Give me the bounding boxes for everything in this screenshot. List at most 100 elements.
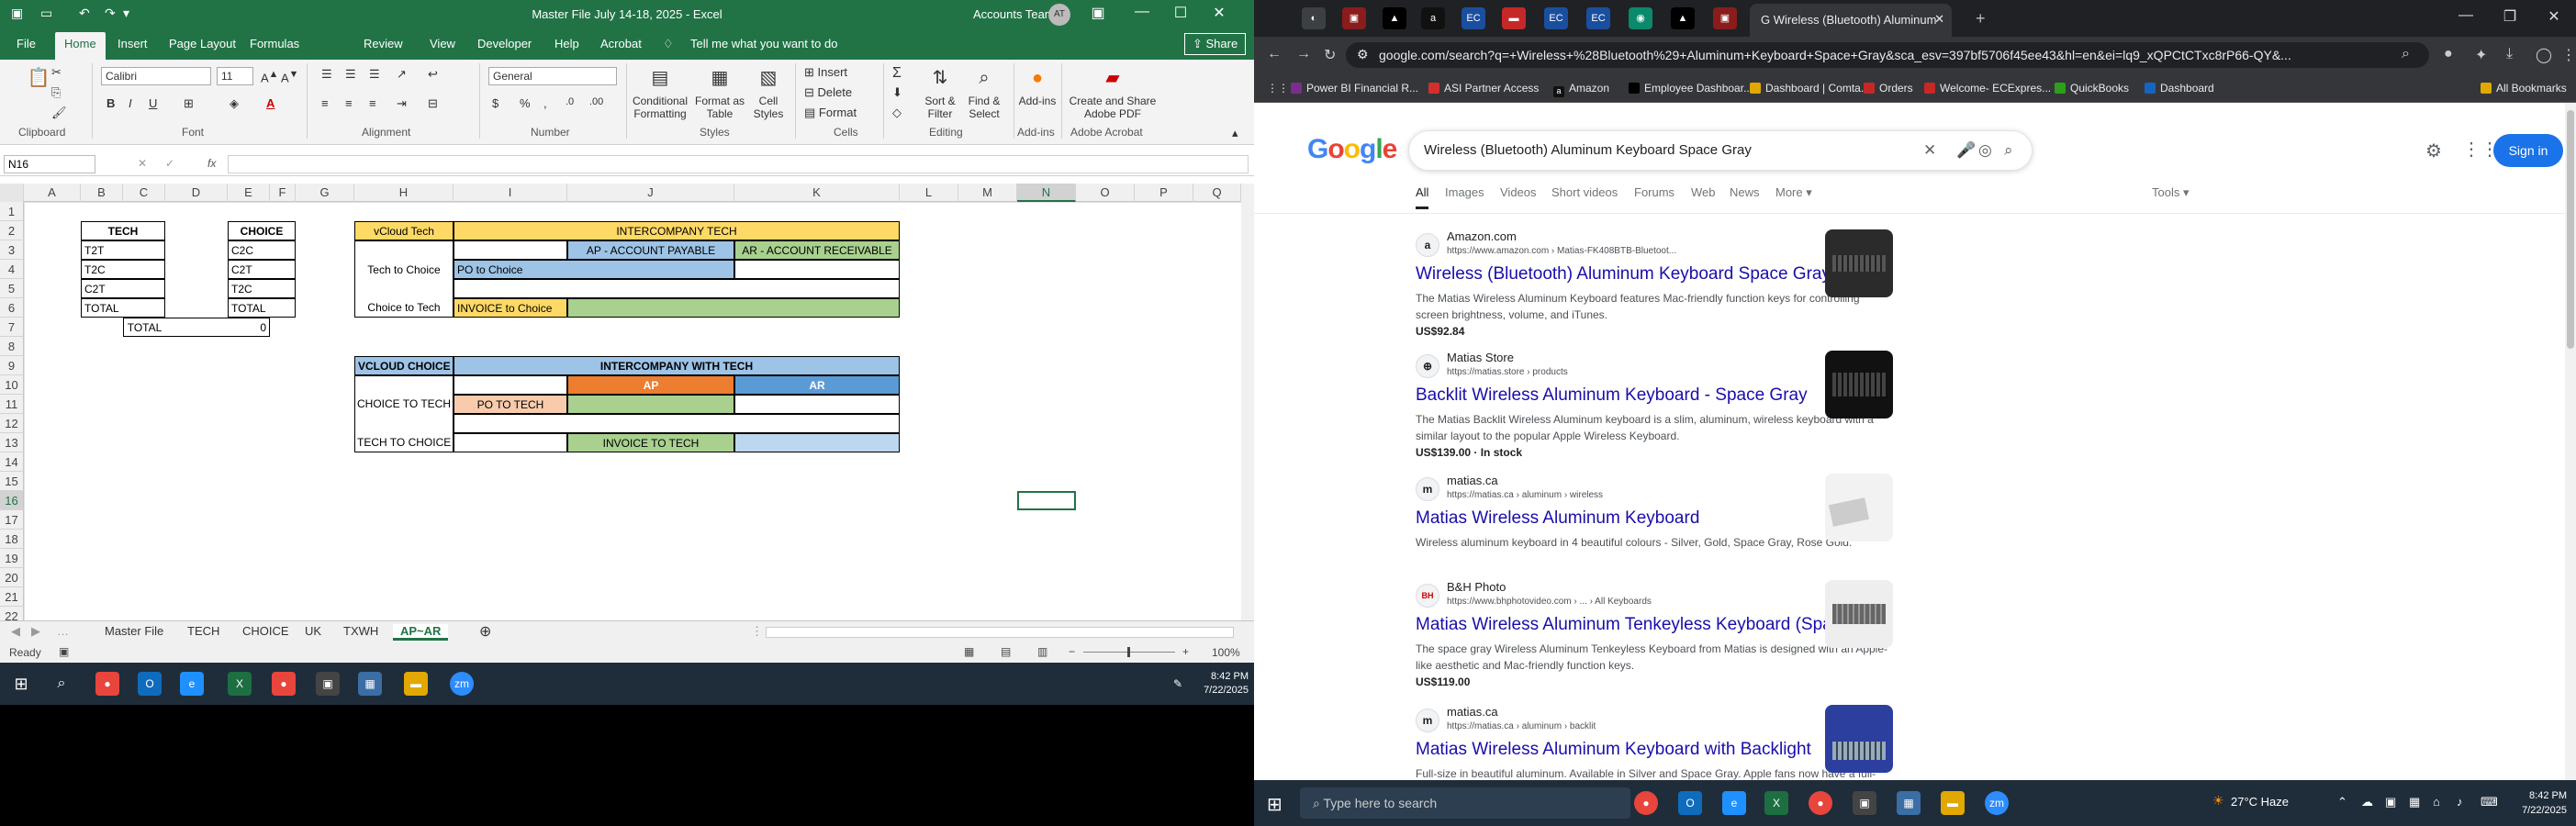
extensions-icon[interactable]: ✦ xyxy=(2475,46,2487,64)
row-header[interactable]: 15 xyxy=(0,472,24,491)
column-header[interactable]: J xyxy=(567,184,734,202)
cell-tech-to-choice-2[interactable]: TECH TO CHOICE xyxy=(354,433,454,452)
active-cell[interactable] xyxy=(1017,491,1076,510)
underline-icon[interactable]: U xyxy=(149,96,157,110)
reload-icon[interactable]: ↻ xyxy=(1324,46,1336,64)
result-thumbnail-keyboard[interactable] xyxy=(1825,351,1893,419)
decrease-font-icon[interactable]: A▼ xyxy=(281,69,298,84)
search-tab-web[interactable]: Web xyxy=(1691,185,1716,199)
row-header-active[interactable]: 16 xyxy=(0,491,24,510)
result-thumbnail-keyboard[interactable] xyxy=(1825,229,1893,297)
apps-grid-icon[interactable]: ⋮⋮ xyxy=(1267,82,1289,95)
result-site[interactable]: Matias Store xyxy=(1447,351,1514,364)
horizontal-scrollbar[interactable] xyxy=(766,627,1234,638)
forward-icon[interactable]: → xyxy=(1296,46,1311,62)
cell-po-to-choice[interactable]: PO to Choice xyxy=(454,260,734,279)
excel-icon[interactable]: X xyxy=(1764,791,1788,815)
cell-intercompany-tech[interactable]: INTERCOMPANY TECH xyxy=(454,221,900,240)
amazon-tab-icon[interactable]: a xyxy=(1421,7,1445,29)
maximize-icon[interactable]: ☐ xyxy=(1162,4,1199,22)
scrollbar-thumb[interactable] xyxy=(2567,110,2574,349)
cell-ap-account-payable[interactable]: AP - ACCOUNT PAYABLE xyxy=(567,240,734,260)
column-header[interactable]: G xyxy=(296,184,354,202)
result-site[interactable]: matias.ca xyxy=(1447,705,1498,719)
format-as-table-button[interactable]: ▦ Format as Table xyxy=(694,65,745,120)
search-tab-images[interactable]: Images xyxy=(1445,185,1484,199)
back-icon[interactable]: ← xyxy=(1267,46,1282,62)
tab-file[interactable]: File xyxy=(17,37,36,50)
column-header[interactable]: F xyxy=(270,184,296,202)
cell[interactable] xyxy=(454,433,567,452)
zoom-app-icon[interactable]: zm xyxy=(1985,791,2009,815)
tab-home[interactable]: Home xyxy=(55,32,106,60)
tray-app-icon[interactable]: ▣ xyxy=(2385,795,2396,809)
tab-icon[interactable]: ◉ xyxy=(1629,7,1652,29)
site-info-icon[interactable]: ⚙ xyxy=(1357,47,1369,62)
borders-icon[interactable]: ⊞ xyxy=(184,96,194,111)
page-scrollbar[interactable] xyxy=(2565,103,2576,780)
search-tab-all[interactable]: All xyxy=(1416,185,1429,209)
taskbar-clock[interactable]: 8:42 PM 7/22/2025 xyxy=(1193,670,1249,698)
row-header[interactable]: 6 xyxy=(0,298,24,318)
font-name-box[interactable]: Calibri xyxy=(101,67,211,85)
cell[interactable] xyxy=(567,298,900,318)
align-center-icon[interactable]: ≡ xyxy=(345,96,353,110)
google-logo[interactable]: Google xyxy=(1307,134,1397,165)
font-size-box[interactable]: 11 xyxy=(217,67,253,85)
cell[interactable] xyxy=(454,375,567,395)
ribbon-display-icon[interactable]: ▣ xyxy=(1080,4,1116,22)
italic-icon[interactable]: I xyxy=(129,96,132,110)
tab-splitter-icon[interactable]: ⋮ xyxy=(751,624,763,639)
tray-chevron-icon[interactable]: ⌃ xyxy=(2337,795,2347,809)
select-all-corner[interactable] xyxy=(0,184,24,202)
outlook-icon[interactable]: O xyxy=(138,672,162,696)
cell-vcloud-choice[interactable]: VCLOUD CHOICE xyxy=(354,356,454,375)
sheet-tab-choice[interactable]: CHOICE xyxy=(242,624,289,638)
minimize-icon[interactable]: — xyxy=(1124,4,1160,20)
normal-view-icon[interactable]: ▦ xyxy=(964,645,974,658)
cell-total-value[interactable]: 0 xyxy=(165,318,270,337)
row-header[interactable]: 8 xyxy=(0,337,24,356)
tab-icon[interactable]: ▣ xyxy=(1713,7,1737,29)
search-icon[interactable]: ⌕ xyxy=(2004,141,2013,160)
row-header[interactable]: 14 xyxy=(0,452,24,472)
result-cite[interactable]: https://matias.ca › aluminum › wireless xyxy=(1447,490,1603,500)
sheet-tab-tech[interactable]: TECH xyxy=(187,624,219,638)
share-button[interactable]: ⇪ Share xyxy=(1184,33,1247,55)
active-tab[interactable]: G Wireless (Bluetooth) Aluminum ✕ xyxy=(1750,4,1952,37)
indent-icon[interactable]: ⇥ xyxy=(397,96,407,111)
result-title[interactable]: Matias Wireless Aluminum Tenkeyless Keyb… xyxy=(1416,615,1870,635)
column-header[interactable]: B xyxy=(81,184,123,202)
app-icon[interactable]: ▣ xyxy=(1853,791,1876,815)
cell-invoice-to-choice[interactable]: INVOICE to Choice xyxy=(454,298,567,318)
sort-filter-button[interactable]: ⇅ Sort & Filter xyxy=(918,65,962,120)
bookmark-amazon[interactable]: a Amazon xyxy=(1553,82,1609,97)
result-thumbnail-keyboard[interactable] xyxy=(1825,474,1893,541)
maximize-icon[interactable]: ❐ xyxy=(2490,7,2530,26)
cell[interactable]: C2T xyxy=(81,279,165,298)
cell-choice-header[interactable]: CHOICE xyxy=(228,221,296,240)
autosum-icon[interactable]: Σ xyxy=(892,65,902,82)
cell-ap[interactable]: AP xyxy=(567,375,734,395)
result-site[interactable]: B&H Photo xyxy=(1447,580,1506,594)
cell[interactable] xyxy=(454,240,567,260)
row-header[interactable]: 19 xyxy=(0,549,24,568)
tab-icon[interactable]: ▬ xyxy=(1502,7,1526,29)
bookmark-ecexpress[interactable]: Welcome- ECExpres... xyxy=(1924,82,2051,95)
tab-icon[interactable]: EC xyxy=(1544,7,1568,29)
network-icon[interactable]: ⌂ xyxy=(2433,795,2440,809)
column-header[interactable]: M xyxy=(958,184,1017,202)
row-header[interactable]: 17 xyxy=(0,510,24,530)
column-header[interactable]: H xyxy=(354,184,454,202)
sign-in-button[interactable]: Sign in xyxy=(2493,134,2563,167)
cell-ar-account-receivable[interactable]: AR - ACCOUNT RECEIVABLE xyxy=(734,240,900,260)
tab-formulas[interactable]: Formulas xyxy=(250,37,299,50)
cell[interactable]: T2C xyxy=(81,260,165,279)
zoom-icon[interactable]: ⌕ xyxy=(2402,46,2410,62)
result-title[interactable]: Wireless (Bluetooth) Aluminum Keyboard S… xyxy=(1416,264,1831,285)
cell[interactable] xyxy=(734,260,900,279)
column-header[interactable]: O xyxy=(1076,184,1135,202)
menu-icon[interactable]: ⋮ xyxy=(2561,46,2576,64)
address-bar[interactable]: ⚙ google.com/search?q=+Wireless+%28Blueto… xyxy=(1346,42,2429,68)
new-sheet-icon[interactable]: ⊕ xyxy=(479,622,491,641)
